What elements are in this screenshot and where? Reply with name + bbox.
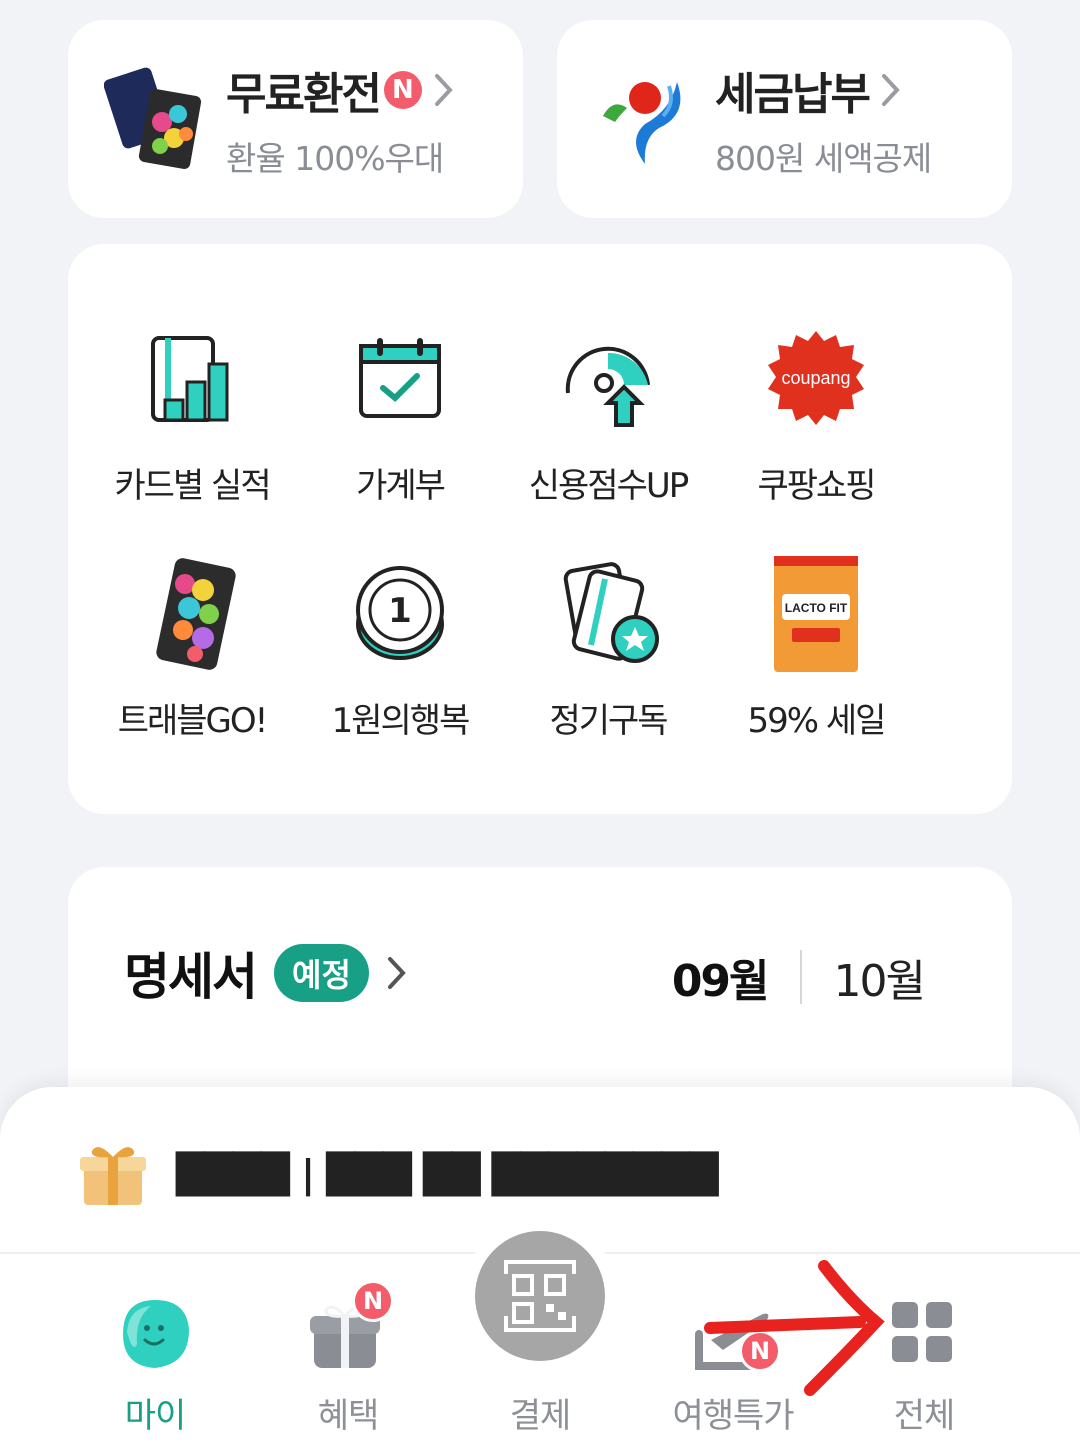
month-tab-september[interactable]: 09월 bbox=[672, 945, 770, 1009]
chevron-right-icon bbox=[434, 74, 453, 106]
event-notice[interactable]: ████ | ███ ██ ████████ bbox=[78, 1139, 719, 1209]
chevron-right-icon bbox=[881, 74, 900, 106]
menu-credit-score[interactable]: 신용점수UP bbox=[504, 324, 712, 507]
coin-number: 1 bbox=[388, 591, 412, 631]
qr-pay-button[interactable] bbox=[462, 1218, 618, 1374]
notice-text: ████ | ███ ██ ████████ bbox=[176, 1152, 719, 1196]
coupang-logo-icon: coupang bbox=[761, 324, 871, 434]
new-badge: N bbox=[383, 71, 422, 109]
tab-label: 마이 bbox=[124, 1396, 187, 1436]
quick-menu-card: 카드별 실적 가계부 신용점수UP coupang 쿠팡쇼핑 트래블GO! 1 … bbox=[68, 244, 1012, 814]
menu-card-performance[interactable]: 카드별 실적 bbox=[88, 324, 296, 507]
statement-header[interactable]: 명세서 예정 bbox=[124, 937, 407, 1009]
statement-title: 명세서 bbox=[124, 948, 258, 1006]
menu-household-ledger[interactable]: 가계부 bbox=[296, 324, 504, 507]
chevron-right-icon bbox=[387, 957, 406, 989]
coupang-logo-text: coupang bbox=[781, 368, 850, 388]
menu-label: 트래블GO! bbox=[117, 701, 269, 741]
lactofit-product-icon: LACTO FIT bbox=[761, 556, 871, 672]
seoul-logo-icon bbox=[593, 64, 703, 174]
tab-label: 전체 bbox=[893, 1396, 956, 1436]
month-switcher: 09월 10월 bbox=[672, 945, 926, 1009]
menu-subscription[interactable]: 정기구독 bbox=[504, 559, 712, 742]
menu-one-won-happiness[interactable]: 1 1원의행복 bbox=[296, 559, 504, 742]
gift-icon bbox=[80, 1147, 146, 1205]
my-face-icon bbox=[115, 1294, 195, 1374]
red-arrow-annotation bbox=[704, 1260, 885, 1396]
tax-payment-subtitle: 800원 세액공제 bbox=[715, 139, 932, 178]
menu-sale-59[interactable]: LACTO FIT 59% 세일 bbox=[712, 556, 920, 742]
bar-chart-icon bbox=[137, 324, 247, 434]
menu-label: 신용점수UP bbox=[528, 466, 690, 506]
menu-label: 가계부 bbox=[356, 466, 446, 506]
menu-travel-go[interactable]: 트래블GO! bbox=[88, 558, 296, 742]
menu-label: 정기구독 bbox=[549, 701, 668, 741]
product-name-text: LACTO FIT bbox=[785, 601, 848, 615]
travel-go-card-icon bbox=[137, 558, 247, 670]
status-badge: 예정 bbox=[274, 944, 369, 1002]
new-badge: N bbox=[352, 1280, 394, 1322]
free-exchange-title: 무료환전 bbox=[226, 69, 382, 120]
credit-gauge-icon bbox=[553, 324, 663, 434]
tab-label: 결제 bbox=[509, 1396, 572, 1436]
free-exchange-card[interactable]: 무료환전 N 환율 100%우대 bbox=[68, 20, 523, 218]
menu-label: 쿠팡쇼핑 bbox=[757, 466, 876, 506]
qr-pay-icon bbox=[504, 1260, 576, 1332]
month-divider bbox=[799, 950, 802, 1004]
tax-payment-title: 세금납부 bbox=[715, 69, 871, 120]
tab-my[interactable]: 마이 bbox=[65, 1294, 245, 1437]
tab-benefit[interactable]: N 혜택 bbox=[258, 1280, 438, 1437]
benefit-gift-icon: N bbox=[308, 1280, 394, 1374]
menu-label: 1원의행복 bbox=[331, 701, 471, 741]
menu-coupang-shopping[interactable]: coupang 쿠팡쇼핑 bbox=[712, 324, 920, 507]
month-tab-october[interactable]: 10월 bbox=[834, 945, 926, 1009]
tax-payment-card[interactable]: 세금납부 800원 세액공제 bbox=[557, 20, 1012, 218]
menu-label: 59% 세일 bbox=[747, 701, 887, 741]
coin-icon: 1 bbox=[345, 559, 455, 669]
free-exchange-subtitle: 환율 100%우대 bbox=[226, 139, 444, 178]
menu-label: 카드별 실적 bbox=[114, 466, 271, 506]
travel-card-icon bbox=[103, 64, 214, 174]
calendar-check-icon bbox=[345, 324, 455, 434]
subscription-cards-icon bbox=[553, 559, 663, 669]
tab-label: 혜택 bbox=[317, 1396, 380, 1436]
